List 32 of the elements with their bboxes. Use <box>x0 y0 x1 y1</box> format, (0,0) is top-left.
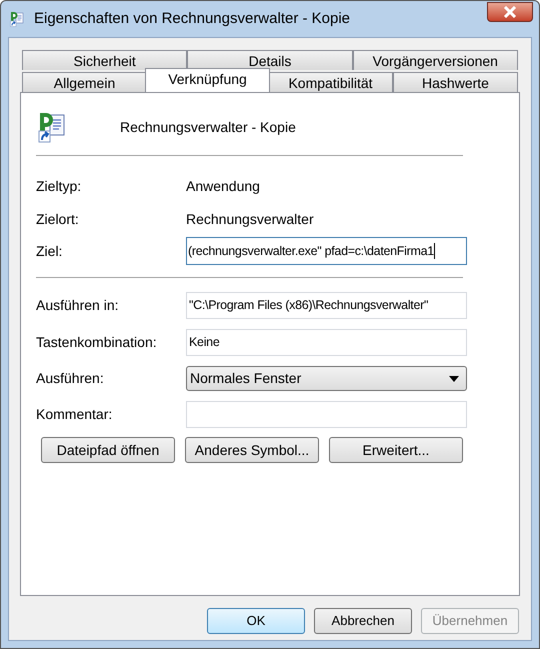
tab[interactable]: Kompatibilität <box>268 72 393 92</box>
field-label: Tastenkombination: <box>36 333 158 352</box>
button[interactable]: Dateipfad öffnen <box>41 437 175 463</box>
field-label: Kommentar: <box>36 405 114 424</box>
button[interactable]: Erweitert... <box>329 437 463 463</box>
field-label: Ausführen: <box>36 369 105 388</box>
close-button[interactable] <box>487 2 533 22</box>
text-field[interactable]: "C:\Program Files (x86)\Rechnungsverwalter" <box>186 292 467 319</box>
button[interactable]: OK <box>207 608 305 634</box>
tab[interactable]: Vorgängerversionen <box>352 50 518 70</box>
text-field[interactable] <box>186 401 467 428</box>
button[interactable]: Abbrechen <box>314 608 412 634</box>
button[interactable]: Anderes Symbol... <box>185 437 319 463</box>
close-icon <box>503 6 517 18</box>
tab[interactable]: Hashwerte <box>393 72 518 92</box>
window-title: Eigenschaften von Rechnungsverwalter - Kopie <box>34 8 352 29</box>
dropdown[interactable]: Normales Fenster <box>186 366 467 391</box>
tab[interactable]: Allgemein <box>22 72 147 92</box>
tab[interactable]: Sicherheit <box>22 50 188 70</box>
field-label: Ausführen in: <box>36 296 120 315</box>
shortcut-name: Rechnungsverwalter - Kopie <box>120 118 296 137</box>
app-icon <box>9 11 25 27</box>
info-label: Zielort: <box>36 210 80 229</box>
info-value: Anwendung <box>186 177 260 196</box>
dropdown-arrow-icon <box>449 376 459 382</box>
info-label: Zieltyp: <box>36 177 82 196</box>
text-field[interactable]: Keine <box>186 329 467 356</box>
tab[interactable]: Verknüpfung <box>145 68 270 92</box>
tab[interactable]: Details <box>187 50 353 70</box>
info-value: Rechnungsverwalter <box>186 210 314 229</box>
target-field[interactable]: (rechnungsverwalter.exe" pfad=c:\datenFirma1 <box>186 237 467 265</box>
field-label: Ziel: <box>36 242 64 260</box>
